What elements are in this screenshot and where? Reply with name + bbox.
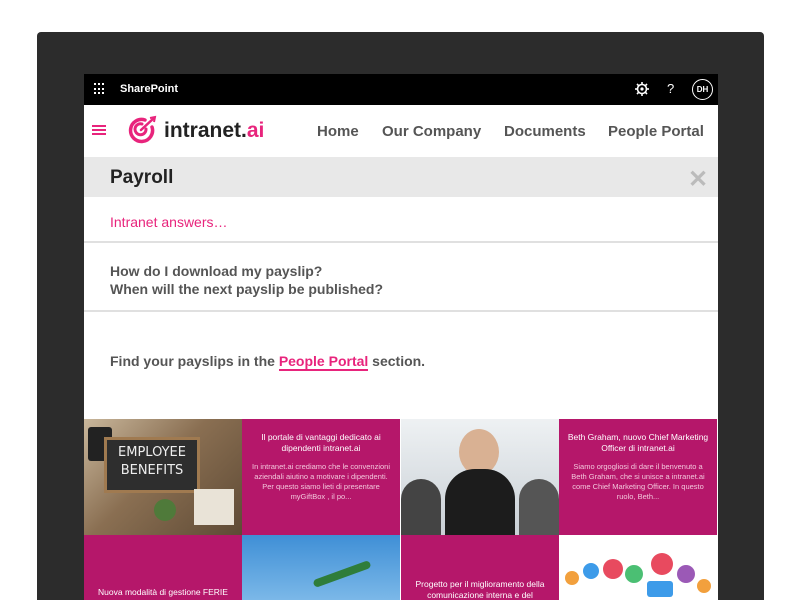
person-right-shape — [519, 479, 559, 535]
news-tile-title: Nuova modalità di gestione FERIE — [98, 587, 228, 597]
payroll-panel-header: Payroll ✕ — [84, 157, 718, 197]
intranet-answers-label: Intranet answers… — [110, 214, 228, 230]
answer-prefix: Find your payslips in the — [110, 353, 279, 369]
circle-icon — [677, 565, 695, 583]
news-tile-title: Beth Graham, nuovo Chief Marketing Offic… — [567, 432, 709, 453]
help-icon[interactable]: ? — [667, 81, 674, 96]
nav-documents[interactable]: Documents — [504, 123, 586, 140]
user-avatar[interactable]: DH — [692, 79, 713, 100]
palm-leaf-shape — [312, 559, 372, 589]
sharepoint-title[interactable]: SharePoint — [120, 83, 178, 95]
logo-accent-text: ai — [246, 119, 265, 142]
divider — [84, 310, 718, 312]
news-tile-comunicazione[interactable]: Progetto per il miglioramento della comu… — [401, 535, 559, 600]
news-tile-image-photo[interactable] — [401, 419, 559, 535]
laptop-icon — [647, 581, 673, 597]
chalkboard-text-1: EMPLOYEE — [118, 445, 186, 460]
intranet-ai-logo-icon[interactable] — [126, 115, 158, 145]
circle-icon — [565, 571, 579, 585]
answer-text: Find your payslips in the People Portal … — [110, 353, 426, 371]
news-tile-mygiftbox[interactable]: Il portale di vantaggi dedicato ai dipen… — [242, 419, 400, 535]
browser-screen: SharePoint ? DH intranet.ai Home Our Com… — [84, 74, 718, 600]
panel-title: Payroll — [110, 167, 174, 188]
news-tile-image-benefits[interactable]: EMPLOYEE BENEFITS — [84, 419, 242, 535]
nav-home[interactable]: Home — [317, 123, 359, 140]
circle-icon — [697, 579, 711, 593]
search-icon — [651, 553, 673, 575]
divider — [84, 241, 718, 243]
cloud-icon — [625, 565, 643, 583]
logo-wordmark[interactable]: intranet.ai — [164, 119, 264, 143]
blazer-shape — [445, 469, 515, 535]
news-tile-image-icons[interactable] — [559, 535, 717, 600]
faq-question-download[interactable]: How do I download my payslip? — [110, 263, 322, 279]
circle-icon — [583, 563, 599, 579]
person-left-shape — [401, 479, 441, 535]
people-portal-link[interactable]: People Portal — [278, 353, 369, 371]
settings-gear-icon[interactable] — [634, 81, 650, 97]
sharepoint-suite-bar: SharePoint ? DH — [84, 74, 718, 105]
nav-people-portal[interactable]: People Portal — [608, 123, 704, 140]
close-icon[interactable]: ✕ — [688, 165, 708, 194]
faq-question-publish[interactable]: When will the next payslip be published? — [110, 281, 383, 297]
news-tile-beth-graham[interactable]: Beth Graham, nuovo Chief Marketing Offic… — [559, 419, 717, 535]
news-tile-title: Il portale di vantaggi dedicato ai dipen… — [261, 432, 381, 453]
news-tile-title: Progetto per il miglioramento della comu… — [415, 579, 545, 600]
news-tile-image-sky[interactable] — [242, 535, 400, 600]
plant-shape — [154, 499, 176, 521]
news-tile-excerpt: In intranet.ai crediamo che le convenzio… — [252, 462, 390, 501]
nav-our-company[interactable]: Our Company — [382, 123, 481, 140]
chalkboard-sign: EMPLOYEE BENEFITS — [104, 437, 200, 493]
news-tile-excerpt: Siamo orgogliosi di dare il benvenuto a … — [571, 462, 705, 501]
news-grid: EMPLOYEE BENEFITS Il portale di vantaggi… — [84, 419, 718, 600]
logo-main-text: intranet. — [164, 119, 247, 142]
answer-suffix: section. — [368, 353, 426, 369]
circle-icon — [603, 559, 623, 579]
site-header: intranet.ai Home Our Company Documents P… — [84, 105, 718, 157]
paper-shape — [194, 489, 234, 525]
news-tile-ferie[interactable]: Nuova modalità di gestione FERIE — [84, 535, 242, 600]
chalkboard-text-2: BENEFITS — [120, 463, 184, 478]
hamburger-menu-icon[interactable] — [92, 125, 106, 135]
app-launcher-icon[interactable] — [94, 83, 106, 95]
